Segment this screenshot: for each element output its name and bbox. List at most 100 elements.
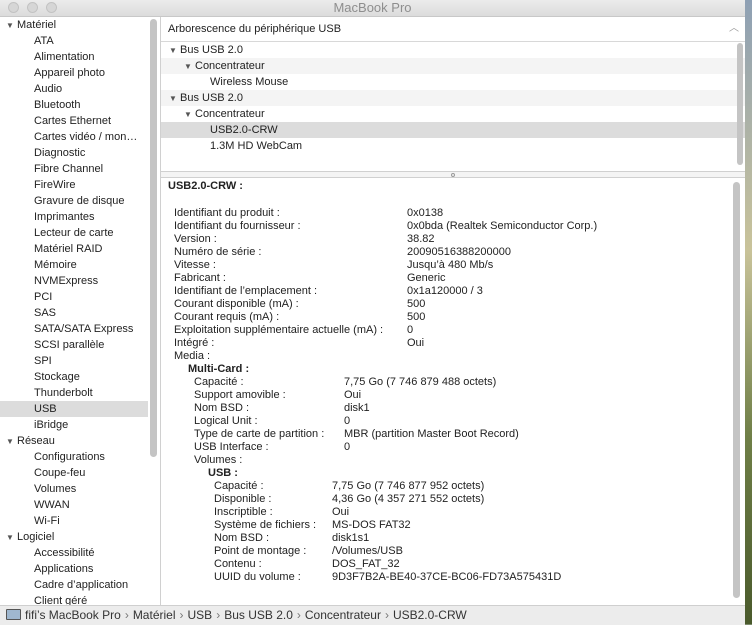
title-bar: MacBook Pro — [0, 0, 745, 17]
detail-label: Courant requis (mA) : — [174, 311, 280, 323]
tree-scrollbar[interactable] — [737, 43, 743, 165]
details-title: USB2.0-CRW : — [168, 180, 243, 192]
detail-label: Support amovible : — [194, 389, 286, 401]
detail-value: disk1 — [344, 402, 370, 414]
detail-label: Fabricant : — [174, 272, 226, 284]
zoom-button[interactable] — [46, 2, 57, 13]
sidebar-item-spi[interactable]: SPI — [0, 353, 148, 369]
path-item-concentrateur[interactable]: Concentrateur — [305, 608, 381, 622]
detail-label: Intégré : — [174, 337, 215, 349]
sidebar-item-stockage[interactable]: Stockage — [0, 369, 148, 385]
sidebar-group-materiel[interactable]: ▼ Matériel — [0, 17, 148, 33]
sidebar-item-pci[interactable]: PCI — [0, 289, 148, 305]
detail-value: 500 — [407, 311, 426, 323]
sidebar[interactable]: ▼ Matériel ATA Alimentation Appareil photo Au… — [0, 17, 161, 605]
path-item-usb2-0-crw[interactable]: USB2.0-CRW — [393, 608, 467, 622]
disclosure-triangle-icon[interactable]: ▼ — [6, 18, 17, 33]
details-scrollbar[interactable] — [733, 182, 740, 598]
pane-splitter[interactable] — [161, 171, 745, 178]
detail-label: Vitesse : — [174, 259, 216, 271]
sidebar-item-materiel-raid[interactable]: Matériel RAID — [0, 241, 148, 257]
detail-value: 500 — [407, 298, 426, 310]
detail-value: 0 — [407, 324, 414, 336]
detail-label: Capacité : — [194, 376, 244, 388]
tree-row[interactable]: ▼ Bus USB 2.0 — [161, 42, 745, 58]
path-item-bus-usb-2-0[interactable]: Bus USB 2.0 — [224, 608, 293, 622]
sidebar-item-memoire[interactable]: Mémoire — [0, 257, 148, 273]
sidebar-item-wwan[interactable]: WWAN — [0, 497, 148, 513]
sidebar-item-alimentation[interactable]: Alimentation — [0, 49, 148, 65]
disclosure-triangle-icon[interactable]: ▼ — [169, 91, 180, 107]
detail-value: MBR (partition Master Boot Record) — [344, 428, 519, 440]
sidebar-group-label: Matériel — [17, 19, 57, 31]
tree-header[interactable]: Arborescence du périphérique USB ︿ — [161, 17, 745, 42]
sidebar-item-nvmexpress[interactable]: NVMExpress — [0, 273, 148, 289]
detail-label: Disponible : — [214, 493, 272, 505]
usb-device-tree: Arborescence du périphérique USB ︿ ▼ Bus … — [161, 17, 745, 171]
sidebar-item-ata[interactable]: ATA — [0, 33, 148, 49]
path-separator: › — [124, 608, 129, 622]
sidebar-item-cartes-video-mon[interactable]: Cartes vidéo / mon… — [0, 129, 148, 145]
close-button[interactable] — [8, 2, 19, 13]
splitter-handle-icon[interactable] — [451, 173, 455, 177]
tree-row[interactable]: ▼ Concentrateur — [161, 106, 745, 122]
detail-value: 4,36 Go (4 357 271 552 octets) — [332, 493, 485, 505]
sidebar-item-scsi-parallele[interactable]: SCSI parallèle — [0, 337, 148, 353]
path-item-usb[interactable]: USB — [188, 608, 213, 622]
detail-value: /Volumes/USB — [332, 545, 403, 557]
sidebar-group-logiciel[interactable]: ▼ Logiciel — [0, 529, 148, 545]
sidebar-item-bluetooth[interactable]: Bluetooth — [0, 97, 148, 113]
disclosure-triangle-icon[interactable]: ▼ — [6, 530, 17, 545]
path-item-fifi-s-macbook-pro[interactable]: fifi’s MacBook Pro — [25, 608, 121, 622]
disclosure-triangle-icon[interactable]: ▼ — [184, 59, 195, 75]
path-separator: › — [296, 608, 301, 622]
detail-value: Oui — [407, 337, 425, 349]
sidebar-item-volumes[interactable]: Volumes — [0, 481, 148, 497]
sidebar-item-applications[interactable]: Applications — [0, 561, 148, 577]
detail-value: disk1s1 — [332, 532, 370, 544]
sidebar-item-sata-sata-express[interactable]: SATA/SATA Express — [0, 321, 148, 337]
sidebar-item-usb[interactable]: USB — [0, 401, 148, 417]
sidebar-group-reseau[interactable]: ▼ Réseau — [0, 433, 148, 449]
sidebar-item-appareil-photo[interactable]: Appareil photo — [0, 65, 148, 81]
sidebar-item-sas[interactable]: SAS — [0, 305, 148, 321]
sidebar-item-thunderbolt[interactable]: Thunderbolt — [0, 385, 148, 401]
disclosure-triangle-icon[interactable]: ▼ — [6, 434, 17, 449]
sidebar-item-ibridge[interactable]: iBridge — [0, 417, 148, 433]
sidebar-item-imprimantes[interactable]: Imprimantes — [0, 209, 148, 225]
sidebar-scrollbar[interactable] — [150, 19, 157, 457]
sidebar-item-client-gere[interactable]: Client géré — [0, 593, 148, 605]
window-controls — [8, 2, 57, 13]
minimize-button[interactable] — [27, 2, 38, 13]
sidebar-item-cadre-d-application[interactable]: Cadre d’application — [0, 577, 148, 593]
detail-label: Identifiant de l’emplacement : — [174, 285, 318, 297]
sidebar-item-diagnostic[interactable]: Diagnostic — [0, 145, 148, 161]
sidebar-item-gravure-de-disque[interactable]: Gravure de disque — [0, 193, 148, 209]
detail-value: Oui — [344, 389, 362, 401]
sidebar-item-firewire[interactable]: FireWire — [0, 177, 148, 193]
sidebar-item-coupe-feu[interactable]: Coupe-feu — [0, 465, 148, 481]
tree-row-label: USB2.0-CRW — [210, 124, 278, 136]
sidebar-item-configurations[interactable]: Configurations — [0, 449, 148, 465]
tree-row-label: Concentrateur — [195, 108, 265, 120]
sidebar-item-lecteur-de-carte[interactable]: Lecteur de carte — [0, 225, 148, 241]
tree-row[interactable]: 1.3M HD WebCam — [161, 138, 745, 154]
tree-row[interactable]: ▼ Bus USB 2.0 — [161, 90, 745, 106]
detail-label: Inscriptible : — [214, 506, 273, 518]
sidebar-item-accessibilite[interactable]: Accessibilité — [0, 545, 148, 561]
path-bar: fifi’s MacBook Pro › Matériel › USB › Bus USB … — [0, 605, 745, 625]
detail-label: Identifiant du produit : — [174, 207, 280, 219]
sidebar-item-cartes-ethernet[interactable]: Cartes Ethernet — [0, 113, 148, 129]
sidebar-item-audio[interactable]: Audio — [0, 81, 148, 97]
tree-row[interactable]: ▼ Concentrateur — [161, 58, 745, 74]
chevron-up-icon[interactable]: ︿ — [729, 17, 739, 41]
path-separator: › — [179, 608, 184, 622]
disclosure-triangle-icon[interactable]: ▼ — [169, 43, 180, 59]
tree-row[interactable]: Wireless Mouse — [161, 74, 745, 90]
sidebar-item-wi-fi[interactable]: Wi-Fi — [0, 513, 148, 529]
disclosure-triangle-icon[interactable]: ▼ — [184, 107, 195, 123]
sidebar-item-fibre-channel[interactable]: Fibre Channel — [0, 161, 148, 177]
tree-row[interactable]: USB2.0-CRW — [161, 122, 745, 138]
detail-label: Capacité : — [214, 480, 264, 492]
path-item-materiel[interactable]: Matériel — [133, 608, 176, 622]
